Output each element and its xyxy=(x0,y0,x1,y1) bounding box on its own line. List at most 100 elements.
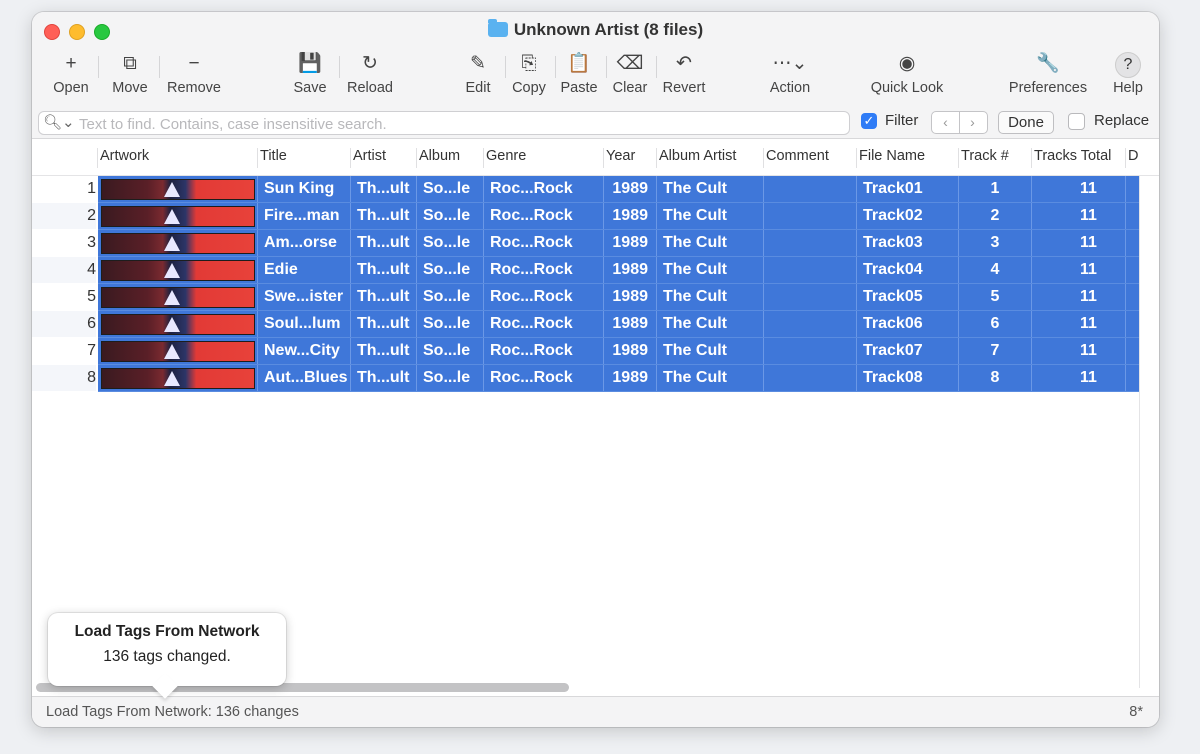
cell-artist[interactable]: Th...ult xyxy=(350,338,416,364)
cell-tracks-total[interactable]: 11 xyxy=(1031,203,1125,229)
cell-artist[interactable]: Th...ult xyxy=(350,203,416,229)
cell-truncated[interactable] xyxy=(1125,257,1139,283)
cell-comment[interactable] xyxy=(763,311,856,337)
cell-genre[interactable]: Roc...Rock xyxy=(483,338,603,364)
help-button[interactable]: ? Help xyxy=(1108,50,1148,96)
cell-comment[interactable] xyxy=(763,176,856,202)
cell-tracks-total[interactable]: 11 xyxy=(1031,284,1125,310)
cell-genre[interactable]: Roc...Rock xyxy=(483,176,603,202)
cell-album-artist[interactable]: The Cult xyxy=(656,284,763,310)
cell-tracks-total[interactable]: 11 xyxy=(1031,176,1125,202)
cell-comment[interactable] xyxy=(763,203,856,229)
cell-year[interactable]: 1989 xyxy=(603,365,656,391)
cell-file-name[interactable]: Track05 xyxy=(856,284,958,310)
column-header-tracks-total[interactable]: Tracks Total xyxy=(1031,148,1126,168)
cell-album[interactable]: So...le xyxy=(416,284,483,310)
cell-title[interactable]: Soul...lum xyxy=(257,311,350,337)
cell-file-name[interactable]: Track06 xyxy=(856,311,958,337)
open-button[interactable]: + Open xyxy=(46,50,96,96)
clear-button[interactable]: ⌫ Clear xyxy=(608,50,652,96)
column-header-comment[interactable]: Comment xyxy=(763,148,854,168)
cell-year[interactable]: 1989 xyxy=(603,311,656,337)
cell-track-number[interactable]: 3 xyxy=(958,230,1031,256)
cell-title[interactable]: Sun King xyxy=(257,176,350,202)
cell-album[interactable]: So...le xyxy=(416,230,483,256)
preferences-button[interactable]: 🔧 Preferences xyxy=(1004,50,1092,96)
cell-track-number[interactable]: 4 xyxy=(958,257,1031,283)
filter-checkbox[interactable]: ✓ xyxy=(861,113,877,129)
column-header-genre[interactable]: Genre xyxy=(483,148,601,168)
search-menu-icon[interactable]: 🔍︎⌄ xyxy=(43,113,75,131)
cell-truncated[interactable] xyxy=(1125,365,1139,391)
column-header-track-number[interactable]: Track # xyxy=(958,148,1029,168)
cell-album[interactable]: So...le xyxy=(416,203,483,229)
cell-genre[interactable]: Roc...Rock xyxy=(483,203,603,229)
cell-comment[interactable] xyxy=(763,230,856,256)
table-row[interactable]: 3 Am...orse Th...ult So...le Roc...Rock … xyxy=(32,230,1139,257)
cell-title[interactable]: New...City xyxy=(257,338,350,364)
cell-file-name[interactable]: Track04 xyxy=(856,257,958,283)
cell-truncated[interactable] xyxy=(1125,203,1139,229)
column-header-album[interactable]: Album xyxy=(416,148,481,168)
cell-artist[interactable]: Th...ult xyxy=(350,257,416,283)
column-header-artwork[interactable]: Artwork xyxy=(97,148,258,168)
cell-genre[interactable]: Roc...Rock xyxy=(483,365,603,391)
cell-album-artist[interactable]: The Cult xyxy=(656,257,763,283)
cell-album[interactable]: So...le xyxy=(416,176,483,202)
search-field[interactable]: 🔍︎⌄ xyxy=(38,111,850,135)
revert-button[interactable]: ↶ Revert xyxy=(659,50,709,96)
cell-track-number[interactable]: 6 xyxy=(958,311,1031,337)
cell-year[interactable]: 1989 xyxy=(603,257,656,283)
cell-comment[interactable] xyxy=(763,284,856,310)
cell-tracks-total[interactable]: 11 xyxy=(1031,365,1125,391)
cell-track-number[interactable]: 7 xyxy=(958,338,1031,364)
column-header-file-name[interactable]: File Name xyxy=(856,148,955,168)
column-header-year[interactable]: Year xyxy=(603,148,654,168)
cell-file-name[interactable]: Track02 xyxy=(856,203,958,229)
reload-button[interactable]: ↻ Reload xyxy=(344,50,396,96)
cell-truncated[interactable] xyxy=(1125,176,1139,202)
cell-title[interactable]: Aut...Blues xyxy=(257,365,350,391)
cell-comment[interactable] xyxy=(763,257,856,283)
cell-album-artist[interactable]: The Cult xyxy=(656,311,763,337)
table-row[interactable]: 5 Swe...ister Th...ult So...le Roc...Roc… xyxy=(32,284,1139,311)
column-header-truncated[interactable]: D xyxy=(1125,148,1140,168)
move-button[interactable]: ⧉ Move xyxy=(105,50,155,96)
cell-artist[interactable]: Th...ult xyxy=(350,311,416,337)
table-row[interactable]: 8 Aut...Blues Th...ult So...le Roc...Roc… xyxy=(32,365,1139,392)
remove-button[interactable]: − Remove xyxy=(164,50,224,96)
cell-tracks-total[interactable]: 11 xyxy=(1031,257,1125,283)
cell-genre[interactable]: Roc...Rock xyxy=(483,257,603,283)
cell-tracks-total[interactable]: 11 xyxy=(1031,311,1125,337)
table-row[interactable]: 7 New...City Th...ult So...le Roc...Rock… xyxy=(32,338,1139,365)
cell-file-name[interactable]: Track03 xyxy=(856,230,958,256)
cell-year[interactable]: 1989 xyxy=(603,338,656,364)
table-row[interactable]: 6 Soul...lum Th...ult So...le Roc...Rock… xyxy=(32,311,1139,338)
cell-title[interactable]: Swe...ister xyxy=(257,284,350,310)
cell-album-artist[interactable]: The Cult xyxy=(656,338,763,364)
cell-year[interactable]: 1989 xyxy=(603,176,656,202)
cell-artist[interactable]: Th...ult xyxy=(350,176,416,202)
cell-year[interactable]: 1989 xyxy=(603,230,656,256)
cell-title[interactable]: Fire...man xyxy=(257,203,350,229)
action-menu-button[interactable]: ⋯⌄ Action xyxy=(764,50,816,96)
column-header-title[interactable]: Title xyxy=(257,148,350,168)
search-input[interactable] xyxy=(77,113,841,135)
cell-truncated[interactable] xyxy=(1125,284,1139,310)
quick-look-button[interactable]: ◉ Quick Look xyxy=(866,50,948,96)
cell-album[interactable]: So...le xyxy=(416,365,483,391)
cell-title[interactable]: Am...orse xyxy=(257,230,350,256)
cell-album-artist[interactable]: The Cult xyxy=(656,230,763,256)
column-header-album-artist[interactable]: Album Artist xyxy=(656,148,761,168)
cell-artist[interactable]: Th...ult xyxy=(350,365,416,391)
cell-track-number[interactable]: 1 xyxy=(958,176,1031,202)
done-button[interactable]: Done xyxy=(998,111,1054,134)
cell-comment[interactable] xyxy=(763,338,856,364)
cell-file-name[interactable]: Track08 xyxy=(856,365,958,391)
replace-checkbox[interactable] xyxy=(1068,113,1085,130)
cell-file-name[interactable]: Track01 xyxy=(856,176,958,202)
cell-truncated[interactable] xyxy=(1125,230,1139,256)
paste-button[interactable]: 📋 Paste xyxy=(558,50,600,96)
save-button[interactable]: 💾 Save xyxy=(286,50,334,96)
cell-tracks-total[interactable]: 11 xyxy=(1031,338,1125,364)
